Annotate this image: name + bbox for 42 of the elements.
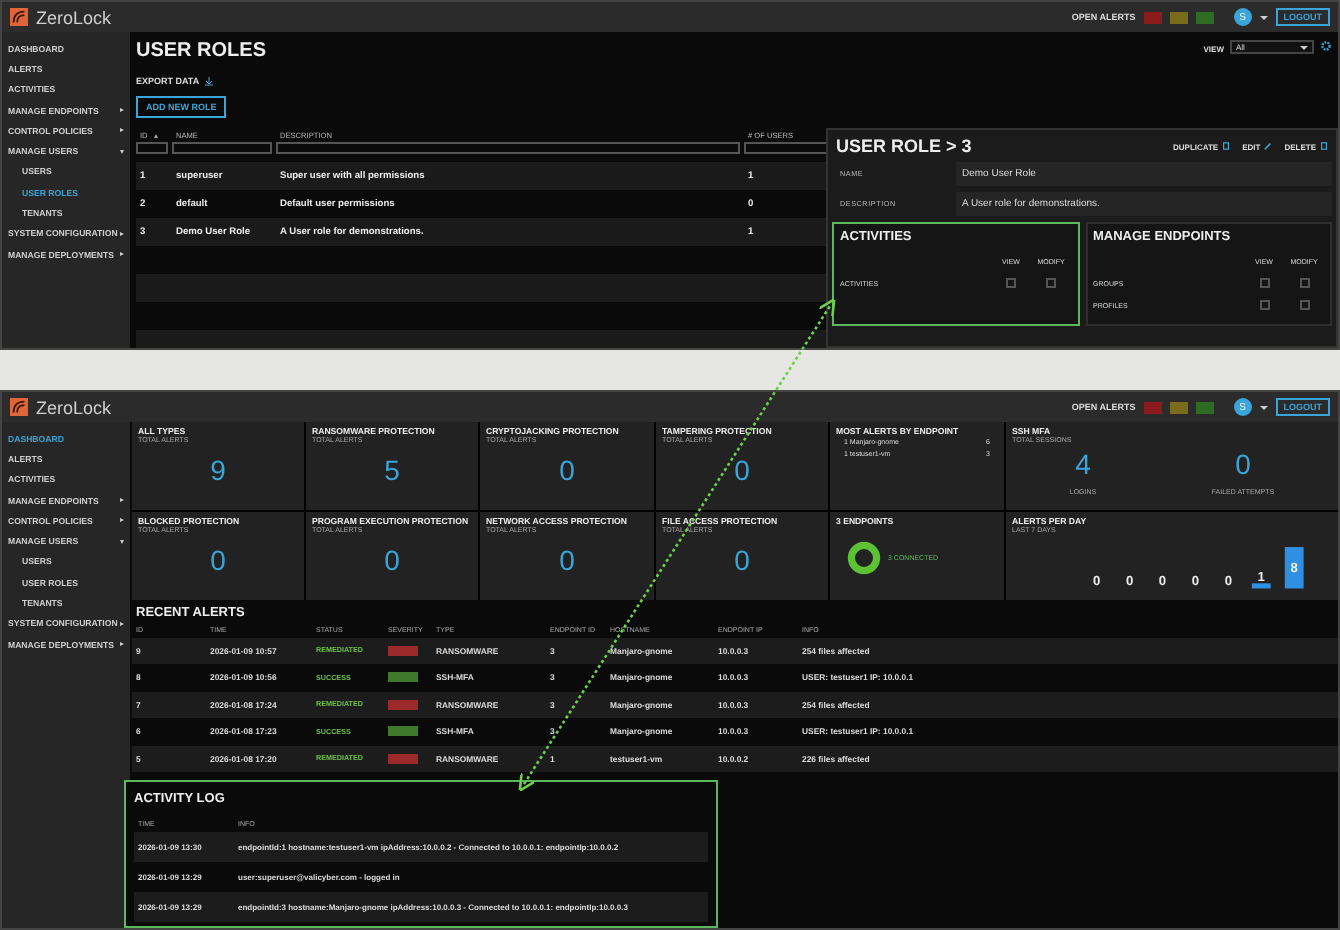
logo-icon	[10, 8, 28, 26]
stat-value: 0	[210, 544, 226, 576]
panel-title: USER ROLE > 3	[836, 136, 972, 156]
pencil-icon	[1264, 142, 1273, 150]
filter-field[interactable]	[744, 142, 828, 154]
stat-value: 0	[734, 544, 750, 576]
stat-value: 0	[734, 454, 750, 486]
alert-count-badge[interactable]	[1169, 401, 1188, 413]
alert-count-badge[interactable]	[1143, 401, 1162, 413]
filter-field[interactable]	[276, 142, 740, 154]
alert-count-badge[interactable]	[1195, 401, 1214, 413]
stat-value: 9	[210, 454, 226, 486]
settings-icon[interactable]	[1320, 40, 1332, 52]
document-icon	[1320, 142, 1328, 150]
checkbox[interactable]	[1259, 300, 1269, 310]
logo-icon	[10, 398, 28, 416]
stat-value: 0	[559, 544, 575, 576]
filter-field[interactable]	[136, 142, 168, 154]
stat-value: 0	[559, 454, 575, 486]
checkbox[interactable]	[1259, 278, 1269, 288]
caret-icon[interactable]	[1259, 15, 1268, 19]
document-icon	[1222, 142, 1231, 150]
download-icon	[203, 76, 214, 86]
alert-count-badge[interactable]	[1169, 11, 1188, 23]
stat-value: 5	[384, 454, 400, 486]
caret-icon[interactable]	[1259, 405, 1268, 409]
donut-chart	[846, 540, 882, 576]
chart-bar	[1284, 547, 1304, 589]
app-name: ZeroLock	[36, 397, 114, 417]
app-name: ZeroLock	[36, 7, 114, 27]
alert-count-badge[interactable]	[1195, 11, 1214, 23]
chart-bar	[1251, 583, 1271, 589]
checkbox[interactable]	[1006, 278, 1016, 288]
stat-value: 0	[384, 544, 400, 576]
metric-value: 4	[1075, 448, 1091, 480]
checkbox[interactable]	[1299, 278, 1309, 288]
checkbox[interactable]	[1046, 278, 1056, 288]
page-title: USER ROLES	[136, 40, 269, 66]
metric-value: 0	[1235, 448, 1251, 480]
filter-field[interactable]	[172, 142, 272, 154]
alert-count-badge[interactable]	[1143, 11, 1162, 23]
checkbox[interactable]	[1299, 300, 1309, 310]
